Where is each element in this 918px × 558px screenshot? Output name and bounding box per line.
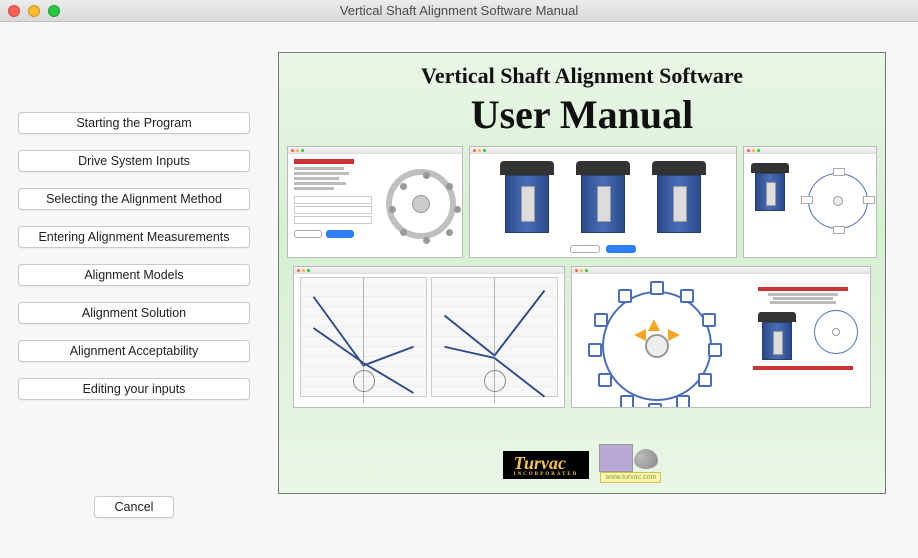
screenshot-row-bottom [285, 266, 879, 408]
flange-bolt-diagram [602, 291, 712, 401]
screenshot-alignment-models [293, 266, 565, 408]
cancel-button[interactable]: Cancel [94, 496, 174, 518]
manual-cover-preview: Vertical Shaft Alignment Software User M… [278, 52, 886, 494]
titlebar: Vertical Shaft Alignment Software Manual [0, 0, 918, 22]
nav-editing-your-inputs[interactable]: Editing your inputs [18, 378, 250, 400]
screenshot-movement [743, 146, 877, 258]
brand-row: Turvac INCORPORATED www.turvac.com [279, 444, 885, 485]
window-title: Vertical Shaft Alignment Software Manual [0, 3, 918, 18]
preview-title: Vertical Shaft Alignment Software [421, 63, 743, 89]
brand-url: www.turvac.com [600, 472, 661, 483]
preview-subtitle: User Manual [471, 91, 694, 138]
turvac-logo: Turvac INCORPORATED [503, 451, 590, 479]
nav-alignment-solution[interactable]: Alignment Solution [18, 302, 250, 324]
close-icon[interactable] [8, 5, 20, 17]
zoom-icon[interactable] [48, 5, 60, 17]
window-controls [8, 5, 60, 17]
brand-sub: INCORPORATED [514, 472, 579, 477]
nav-drive-system-inputs[interactable]: Drive System Inputs [18, 150, 250, 172]
nav-selecting-alignment-method[interactable]: Selecting the Alignment Method [18, 188, 250, 210]
screenshot-row-top [279, 146, 885, 258]
minimize-icon[interactable] [28, 5, 40, 17]
brand-image-icon [599, 444, 633, 472]
screenshot-drive-system [287, 146, 463, 258]
brand-name: Turvac [514, 453, 566, 473]
nav-entering-alignment-measurements[interactable]: Entering Alignment Measurements [18, 226, 250, 248]
nav-alignment-models[interactable]: Alignment Models [18, 264, 250, 286]
sidebar: Starting the Program Drive System Inputs… [0, 22, 268, 558]
nav-alignment-acceptability[interactable]: Alignment Acceptability [18, 340, 250, 362]
screenshot-measurements [469, 146, 737, 258]
nav-starting-program[interactable]: Starting the Program [18, 112, 250, 134]
screenshot-alignment-solution [571, 266, 871, 408]
content-area: Starting the Program Drive System Inputs… [0, 22, 918, 558]
